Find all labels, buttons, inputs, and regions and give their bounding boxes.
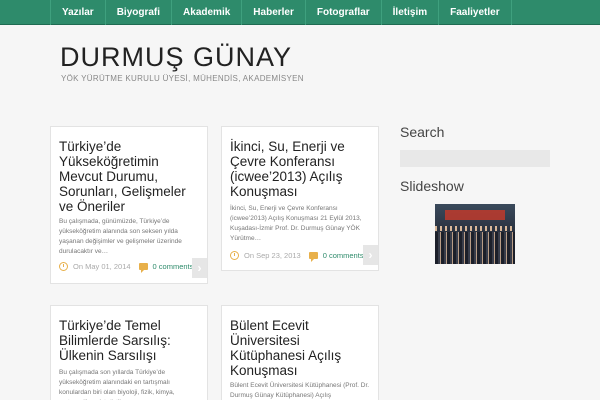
comment-icon: [308, 252, 318, 262]
slideshow-image[interactable]: [435, 204, 515, 264]
photo-crowd: [435, 232, 515, 264]
post-title[interactable]: Türkiye’de Yükseköğretimin Mevcut Durumu…: [59, 139, 199, 214]
nav-item-fotograflar[interactable]: Fotograflar: [306, 0, 382, 25]
comments-link[interactable]: 0 comments: [153, 262, 194, 271]
top-navigation: Yazılar Biyografi Akademik Haberler Foto…: [0, 0, 600, 25]
clock-icon: [230, 251, 239, 260]
post-card: Türkiye’de Yükseköğretimin Mevcut Durumu…: [50, 126, 208, 284]
nav-item-biyografi[interactable]: Biyografi: [106, 0, 173, 25]
chevron-right-icon: ›: [197, 261, 202, 275]
slideshow-heading: Slideshow: [400, 178, 464, 194]
photo-faces: [435, 226, 515, 231]
nav-item-yazilar[interactable]: Yazılar: [50, 0, 106, 25]
comment-icon: [138, 263, 148, 273]
nav-item-akademik[interactable]: Akademik: [172, 0, 243, 25]
nav-menu: Yazılar Biyografi Akademik Haberler Foto…: [0, 0, 600, 25]
nav-item-faaliyetler[interactable]: Faaliyetler: [439, 0, 512, 25]
post-meta: On Sep 23, 2013 0 comments: [230, 251, 364, 262]
post-excerpt: İkinci, Su, Enerji ve Çevre Konferansı (…: [230, 205, 362, 242]
post-title[interactable]: İkinci, Su, Enerji ve Çevre Konferansı (…: [230, 139, 370, 199]
post-card: Bülent Ecevit Üniversitesi Kütüphanesi A…: [221, 305, 379, 400]
comments-link[interactable]: 0 comments: [323, 251, 364, 260]
post-title[interactable]: Türkiye’de Temel Bilimlerde Sarsılış: Ül…: [59, 318, 199, 363]
post-card: Türkiye’de Temel Bilimlerde Sarsılış: Ül…: [50, 305, 208, 400]
post-meta: On May 01, 2014 0 comments: [59, 262, 194, 273]
post-date: On May 01, 2014: [73, 262, 131, 271]
nav-item-haberler[interactable]: Haberler: [242, 0, 306, 25]
post-date: On Sep 23, 2013: [244, 251, 301, 260]
post-excerpt: Bu çalışmada, günümüzde, Türkiye’de yüks…: [59, 218, 182, 255]
clock-icon: [59, 262, 68, 271]
chevron-right-icon: ›: [368, 248, 373, 262]
post-title[interactable]: Bülent Ecevit Üniversitesi Kütüphanesi A…: [230, 318, 370, 378]
photo-banner: [445, 210, 505, 220]
search-heading: Search: [400, 124, 445, 140]
site-title[interactable]: DURMUŞ GÜNAY: [60, 42, 292, 73]
nav-item-iletisim[interactable]: İletişim: [382, 0, 440, 25]
post-card: İkinci, Su, Enerji ve Çevre Konferansı (…: [221, 126, 379, 271]
post-excerpt: Bülent Ecevit Üniversitesi Kütüphanesi (…: [230, 382, 370, 399]
read-more-button[interactable]: ›: [363, 245, 378, 265]
read-more-button[interactable]: ›: [192, 258, 207, 278]
site-tagline: YÖK YÜRÜTME KURULU ÜYESİ, MÜHENDİS, AKAD…: [61, 74, 304, 83]
post-excerpt: Bu çalışmada son yıllarda Türkiye’de yük…: [59, 369, 175, 400]
search-input[interactable]: [400, 150, 550, 167]
